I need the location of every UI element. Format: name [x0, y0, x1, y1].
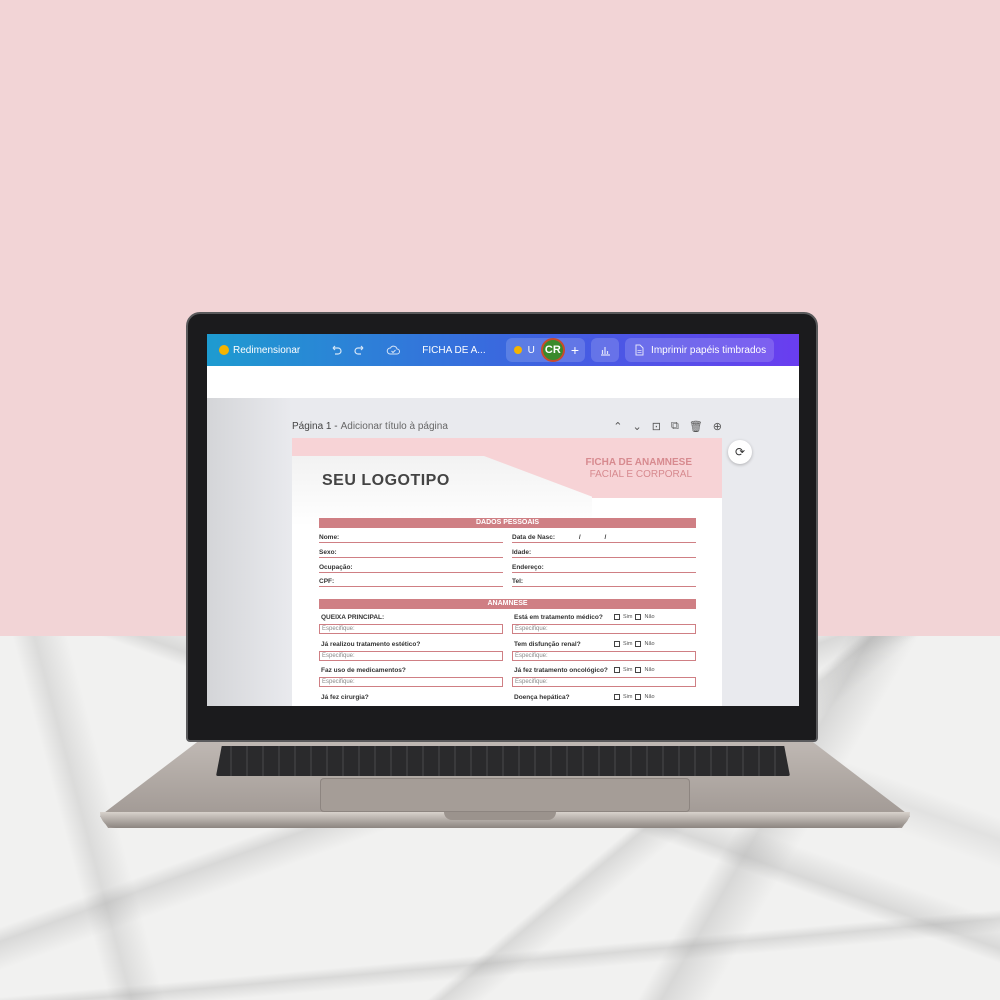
comment-add-icon: ⟳ — [734, 445, 746, 459]
field-endereco[interactable]: Endereço: — [512, 563, 696, 573]
avatar-initials: CR — [544, 344, 561, 356]
checkbox-yes[interactable] — [614, 667, 620, 673]
upgrade-label: U — [527, 344, 535, 356]
avatar[interactable]: CR — [540, 338, 565, 362]
question-tratamento-estetico: Já realizou tratamento estético? — [321, 641, 421, 648]
field-idade[interactable]: Idade: — [512, 548, 696, 558]
section-personal-data: DADOS PESSOAIS — [319, 518, 696, 528]
field-tel[interactable]: Tel: — [512, 577, 696, 587]
checkbox-no[interactable] — [635, 614, 642, 620]
form-title-line1: FICHA DE ANAMNESE — [585, 457, 692, 468]
crown-icon — [219, 345, 229, 355]
question-doenca-hepatica: Doença hepática? — [514, 694, 570, 701]
question-cirurgia: Já fez cirurgia? — [321, 694, 369, 701]
sim-label: Sim — [623, 667, 633, 673]
laptop-trackpad — [320, 778, 690, 812]
sim-label: Sim — [623, 614, 633, 620]
field-sexo[interactable]: Sexo: — [319, 548, 503, 558]
specify-input[interactable]: Especifique: — [319, 651, 503, 661]
secondary-toolbar — [207, 366, 799, 398]
laptop-notch — [444, 812, 556, 820]
undo-button[interactable] — [324, 344, 348, 356]
checkbox-no[interactable] — [635, 667, 642, 673]
resize-label: Redimensionar — [233, 344, 301, 356]
undo-icon — [332, 345, 342, 355]
question-disfuncao-renal: Tem disfunção renal? — [514, 641, 581, 648]
print-letterhead-label: Imprimir papéis timbrados — [651, 344, 767, 356]
section-anamnese: ANAMNESE — [319, 599, 696, 609]
nao-label: Não — [644, 614, 655, 620]
checkbox-yes[interactable] — [614, 614, 620, 620]
upgrade-button[interactable]: U CR + — [505, 338, 586, 362]
question-medicamentos: Faz uso de medicamentos? — [321, 667, 406, 674]
refresh-comment-button[interactable]: ⟳ — [728, 440, 752, 464]
checkbox-no[interactable] — [635, 694, 642, 700]
form-title-line2: FACIAL E CORPORAL — [589, 469, 692, 480]
sim-label: Sim — [623, 641, 633, 647]
form-title: FICHA DE ANAMNESE FACIAL E CORPORAL — [586, 457, 692, 481]
add-member-button[interactable]: + — [571, 342, 585, 358]
page-header-bar: Página 1 - Adicionar título à página ⌃ ⌄… — [292, 418, 722, 434]
laptop-screen: Redimensionar FICHA DE A... U CR + Impri… — [207, 334, 799, 706]
redo-icon — [354, 345, 364, 355]
field-cpf[interactable]: CPF: — [319, 577, 503, 587]
editor-toolbar: Redimensionar FICHA DE A... U CR + Impri… — [207, 334, 799, 366]
checkbox-yes[interactable] — [614, 694, 620, 700]
page-label: Página 1 - — [292, 420, 338, 432]
question-oncologico: Já fez tratamento oncológico? — [514, 667, 608, 674]
document-icon — [635, 344, 644, 356]
date-slash: / — [578, 534, 581, 541]
checkbox-no[interactable] — [635, 641, 642, 647]
document-title[interactable]: FICHA DE A... — [416, 345, 491, 356]
document-page[interactable]: SEU LOGOTIPO FICHA DE ANAMNESE FACIAL E … — [292, 438, 722, 706]
crown-icon — [513, 346, 522, 354]
field-nome[interactable]: Nome: — [319, 533, 503, 543]
field-ocupacao[interactable]: Ocupação: — [319, 563, 503, 573]
yes-no-checkboxes[interactable]: Sim Não — [614, 667, 655, 673]
field-data-nasc-label: Data de Nasc: — [512, 534, 555, 541]
insights-button[interactable] — [591, 338, 620, 362]
chevron-up-icon[interactable]: ⌃ — [613, 420, 622, 433]
trash-icon[interactable]: 🗑 — [689, 420, 703, 433]
document-title-text: FICHA DE A... — [422, 344, 486, 356]
specify-input[interactable]: Especifique: — [319, 677, 503, 687]
logo-placeholder: SEU LOGOTIPO — [322, 472, 450, 489]
page-actions: ⌃ ⌄ ⊡ ⧉ 🗑 ⊕ — [613, 420, 722, 433]
duplicate-icon[interactable]: ⧉ — [671, 420, 679, 433]
checkbox-yes[interactable] — [614, 641, 620, 647]
field-data-nasc[interactable]: Data de Nasc: / / — [512, 533, 696, 543]
resize-button[interactable]: Redimensionar — [213, 345, 306, 356]
specify-input[interactable]: Especifique: — [319, 624, 503, 634]
chevron-down-icon[interactable]: ⌄ — [633, 420, 642, 433]
yes-no-checkboxes[interactable]: Sim Não — [614, 641, 655, 647]
nao-label: Não — [644, 641, 655, 647]
canvas-background — [207, 398, 292, 706]
question-tratamento-medico: Está em tratamento médico? — [514, 614, 603, 621]
question-queixa: QUEIXA PRINCIPAL: — [321, 614, 385, 621]
bar-chart-icon — [601, 347, 611, 356]
add-page-icon[interactable]: ⊕ — [713, 420, 722, 433]
specify-input[interactable]: Especifique: — [512, 677, 696, 687]
add-page-title-input[interactable]: Adicionar título à página — [341, 421, 448, 432]
sim-label: Sim — [623, 694, 633, 700]
specify-input[interactable]: Especifique: — [512, 624, 696, 634]
yes-no-checkboxes[interactable]: Sim Não — [614, 694, 655, 700]
cloud-check-icon — [387, 345, 401, 355]
lock-icon[interactable]: ⊡ — [652, 420, 661, 433]
cloud-save-button[interactable] — [380, 344, 406, 356]
nao-label: Não — [644, 667, 655, 673]
print-letterhead-button[interactable]: Imprimir papéis timbrados — [625, 338, 775, 362]
nao-label: Não — [644, 694, 655, 700]
laptop-keyboard — [216, 746, 790, 776]
yes-no-checkboxes[interactable]: Sim Não — [614, 614, 655, 620]
redo-button[interactable] — [348, 344, 372, 356]
specify-input[interactable]: Especifique: — [512, 651, 696, 661]
date-slash: / — [604, 534, 607, 541]
